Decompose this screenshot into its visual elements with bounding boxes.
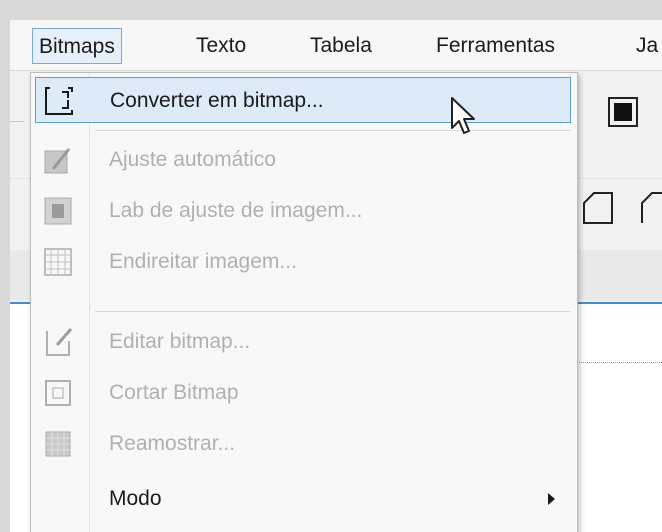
menu-janela[interactable]: Ja — [630, 28, 662, 64]
menu-item-label: Editar bitmap... — [109, 330, 251, 353]
menu-item-mode[interactable]: Modo — [35, 476, 571, 522]
menu-item-resample[interactable]: Reamostrar... — [35, 421, 571, 467]
menu-item-auto-adjust[interactable]: Ajuste automático — [35, 137, 571, 183]
convert-bitmap-icon — [45, 87, 73, 115]
edit-bitmap-icon — [46, 328, 73, 356]
submenu-arrow-icon — [548, 493, 555, 505]
menu-separator — [95, 130, 571, 131]
menu-item-label: Endireitar imagem... — [109, 250, 297, 273]
menu-item-label: Converter em bitmap... — [110, 89, 324, 112]
mouse-pointer-icon — [451, 97, 475, 134]
menu-item-image-adjustment-lab[interactable]: Lab de ajuste de imagem... — [35, 188, 571, 234]
menu-item-crop-bitmap[interactable]: Cortar Bitmap — [35, 370, 571, 416]
toolbar-divider — [10, 121, 24, 122]
shape-tool-alt-icon[interactable] — [636, 189, 662, 229]
menu-bitmaps[interactable]: Bitmaps — [32, 28, 122, 64]
shape-tool-icon[interactable] — [578, 189, 618, 229]
menu-ferramentas[interactable]: Ferramentas — [430, 28, 561, 64]
menu-item-convert-to-bitmap[interactable]: Converter em bitmap... — [35, 77, 571, 123]
app-window: Bitmaps Texto Tabela Ferramentas Ja Conv… — [10, 20, 662, 532]
image-adjustment-lab-icon — [44, 197, 72, 225]
menu-item-edit-bitmap[interactable]: Editar bitmap... — [35, 319, 571, 365]
menu-item-label: Ajuste automático — [109, 148, 276, 171]
fullscreen-icon[interactable] — [606, 95, 640, 129]
menu-item-label: Reamostrar... — [109, 432, 236, 455]
menu-tabela[interactable]: Tabela — [304, 28, 378, 64]
auto-adjust-icon — [44, 148, 71, 174]
menu-item-label: Lab de ajuste de imagem... — [109, 199, 363, 222]
crop-bitmap-icon — [45, 380, 71, 406]
menu-separator — [95, 311, 571, 312]
straighten-image-icon — [44, 248, 72, 276]
menu-item-straighten-image[interactable]: Endireitar imagem... — [35, 239, 571, 285]
ruler — [566, 352, 662, 363]
menu-item-label: Modo — [109, 487, 162, 510]
bitmaps-dropdown-menu: Converter em bitmap... Ajuste automático… — [30, 72, 578, 532]
resample-icon — [45, 431, 71, 457]
menu-bar: Bitmaps Texto Tabela Ferramentas Ja — [10, 20, 662, 71]
menu-item-label: Cortar Bitmap — [109, 381, 239, 404]
menu-texto[interactable]: Texto — [190, 28, 252, 64]
